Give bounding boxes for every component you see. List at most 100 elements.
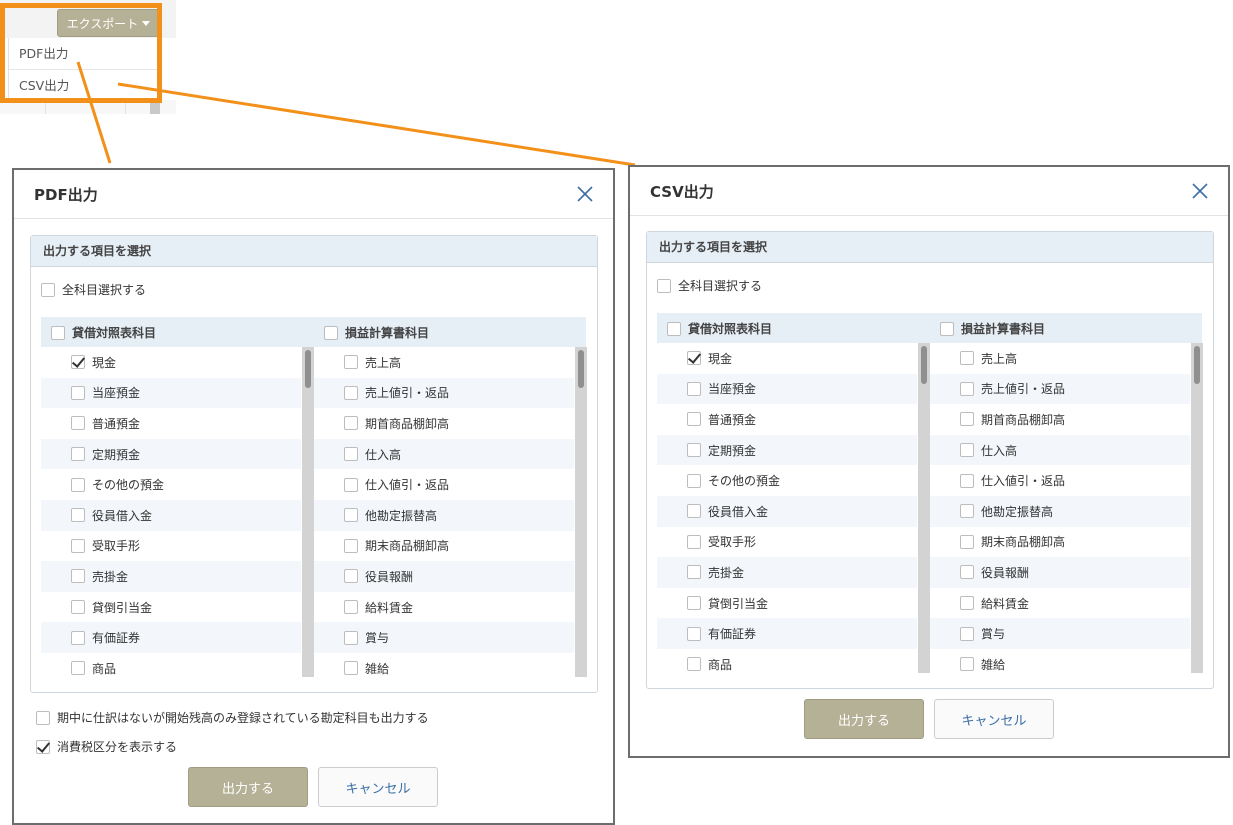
checkbox-icon[interactable] bbox=[687, 534, 701, 549]
list-item[interactable]: 役員借入金 bbox=[41, 499, 301, 531]
checkbox-icon[interactable] bbox=[344, 600, 358, 615]
list-item[interactable]: 当座預金 bbox=[657, 373, 917, 405]
submit-button[interactable]: 出力する bbox=[188, 767, 308, 807]
list-item[interactable]: 普通預金 bbox=[41, 408, 301, 439]
income-statement-column-title[interactable]: 損益計算書科目 bbox=[324, 324, 429, 341]
checkbox-icon[interactable] bbox=[324, 325, 338, 340]
checkbox-icon[interactable] bbox=[960, 565, 974, 580]
list-item[interactable]: 売掛金 bbox=[41, 561, 301, 592]
checkbox-icon[interactable] bbox=[344, 538, 358, 553]
checkbox-icon[interactable] bbox=[344, 385, 358, 400]
list-item[interactable]: 貸倒引当金 bbox=[657, 588, 917, 619]
select-all-checkbox[interactable]: 全科目選択する bbox=[657, 277, 762, 294]
list-item[interactable]: 定期預金 bbox=[657, 434, 917, 466]
list-item[interactable]: 他勘定振替高 bbox=[930, 495, 1190, 527]
select-all-checkbox[interactable]: 全科目選択する bbox=[41, 281, 146, 298]
checkbox-icon[interactable] bbox=[687, 443, 701, 458]
balance-sheet-column-title[interactable]: 貸借対照表科目 bbox=[667, 320, 772, 337]
list-item[interactable]: 期首商品棚卸高 bbox=[314, 408, 574, 439]
list-item[interactable]: 他勘定振替高 bbox=[314, 499, 574, 531]
checkbox-icon[interactable] bbox=[960, 626, 974, 641]
list-item[interactable]: 受取手形 bbox=[657, 527, 917, 558]
scrollbar-thumb[interactable] bbox=[305, 350, 311, 388]
checkbox-icon[interactable] bbox=[344, 630, 358, 645]
checkbox-icon[interactable] bbox=[687, 565, 701, 580]
checkbox-icon[interactable] bbox=[71, 385, 85, 400]
checkbox-icon[interactable] bbox=[71, 355, 85, 370]
list-item[interactable]: 貸倒引当金 bbox=[41, 592, 301, 623]
cancel-button[interactable]: キャンセル bbox=[934, 699, 1054, 739]
list-item[interactable]: 雑給 bbox=[930, 649, 1190, 675]
list-item[interactable]: その他の預金 bbox=[657, 465, 917, 496]
checkbox-icon[interactable] bbox=[344, 447, 358, 462]
list-item[interactable]: 賞与 bbox=[314, 622, 574, 653]
checkbox-icon[interactable] bbox=[940, 321, 954, 336]
checkbox-icon[interactable] bbox=[667, 321, 681, 336]
checkbox-icon[interactable] bbox=[71, 569, 85, 584]
list-item[interactable]: 役員報酬 bbox=[930, 557, 1190, 588]
list-item[interactable]: 商品 bbox=[657, 649, 917, 675]
list-item[interactable]: 給料賃金 bbox=[930, 588, 1190, 619]
list-item[interactable]: 商品 bbox=[41, 653, 301, 679]
list-item[interactable]: 賞与 bbox=[930, 618, 1190, 649]
list-item[interactable]: 期末商品棚卸高 bbox=[314, 531, 574, 562]
checkbox-icon[interactable] bbox=[344, 508, 358, 523]
scrollbar-thumb[interactable] bbox=[578, 350, 584, 388]
checkbox-icon[interactable] bbox=[36, 739, 50, 754]
menu-item-csv[interactable]: CSV出力 bbox=[9, 69, 161, 100]
list-item[interactable]: 有価証券 bbox=[41, 622, 301, 653]
balance-sheet-column-title[interactable]: 貸借対照表科目 bbox=[51, 324, 156, 341]
checkbox-icon[interactable] bbox=[71, 630, 85, 645]
list-item[interactable]: 給料賃金 bbox=[314, 592, 574, 623]
list-item[interactable]: 売上値引・返品 bbox=[930, 373, 1190, 405]
checkbox-icon[interactable] bbox=[344, 569, 358, 584]
checkbox-icon[interactable] bbox=[71, 508, 85, 523]
checkbox-icon[interactable] bbox=[687, 596, 701, 611]
list-item[interactable]: 役員借入金 bbox=[657, 495, 917, 527]
list-item[interactable]: 仕入高 bbox=[314, 438, 574, 470]
checkbox-icon[interactable] bbox=[36, 710, 50, 725]
checkbox-icon[interactable] bbox=[960, 657, 974, 672]
cancel-button[interactable]: キャンセル bbox=[318, 767, 438, 807]
checkbox-icon[interactable] bbox=[687, 381, 701, 396]
list-item[interactable]: 雑給 bbox=[314, 653, 574, 679]
tax-category-option[interactable]: 消費税区分を表示する bbox=[36, 738, 177, 755]
checkbox-icon[interactable] bbox=[71, 538, 85, 553]
export-button[interactable]: エクスポート bbox=[57, 9, 160, 37]
income-statement-column-title[interactable]: 損益計算書科目 bbox=[940, 320, 1045, 337]
list-item[interactable]: 普通預金 bbox=[657, 404, 917, 435]
checkbox-icon[interactable] bbox=[71, 447, 85, 462]
checkbox-icon[interactable] bbox=[960, 412, 974, 427]
checkbox-icon[interactable] bbox=[687, 657, 701, 672]
list-item[interactable]: 仕入値引・返品 bbox=[314, 469, 574, 500]
submit-button[interactable]: 出力する bbox=[804, 699, 924, 739]
list-item[interactable]: 有価証券 bbox=[657, 618, 917, 649]
checkbox-icon[interactable] bbox=[687, 504, 701, 519]
scrollbar[interactable] bbox=[1191, 343, 1203, 673]
checkbox-icon[interactable] bbox=[960, 504, 974, 519]
list-item[interactable]: 仕入値引・返品 bbox=[930, 465, 1190, 496]
checkbox-icon[interactable] bbox=[71, 600, 85, 615]
checkbox-icon[interactable] bbox=[344, 355, 358, 370]
list-item[interactable]: 売上高 bbox=[930, 343, 1190, 374]
close-icon[interactable] bbox=[1190, 181, 1210, 201]
list-item[interactable]: その他の預金 bbox=[41, 469, 301, 500]
scrollbar-thumb[interactable] bbox=[1194, 346, 1200, 384]
list-item[interactable]: 期末商品棚卸高 bbox=[930, 527, 1190, 558]
checkbox-icon[interactable] bbox=[344, 416, 358, 431]
list-item[interactable]: 役員報酬 bbox=[314, 561, 574, 592]
scrollbar[interactable] bbox=[575, 347, 587, 677]
checkbox-icon[interactable] bbox=[960, 534, 974, 549]
checkbox-icon[interactable] bbox=[687, 351, 701, 366]
checkbox-icon[interactable] bbox=[71, 477, 85, 492]
list-item[interactable]: 売掛金 bbox=[657, 557, 917, 588]
scrollbar[interactable] bbox=[302, 347, 314, 677]
list-item[interactable]: 当座預金 bbox=[41, 377, 301, 409]
checkbox-icon[interactable] bbox=[71, 416, 85, 431]
checkbox-icon[interactable] bbox=[41, 282, 55, 297]
list-item[interactable]: 受取手形 bbox=[41, 531, 301, 562]
list-item[interactable]: 定期預金 bbox=[41, 438, 301, 470]
list-item[interactable]: 現金 bbox=[41, 347, 301, 378]
checkbox-icon[interactable] bbox=[71, 661, 85, 676]
checkbox-icon[interactable] bbox=[960, 596, 974, 611]
